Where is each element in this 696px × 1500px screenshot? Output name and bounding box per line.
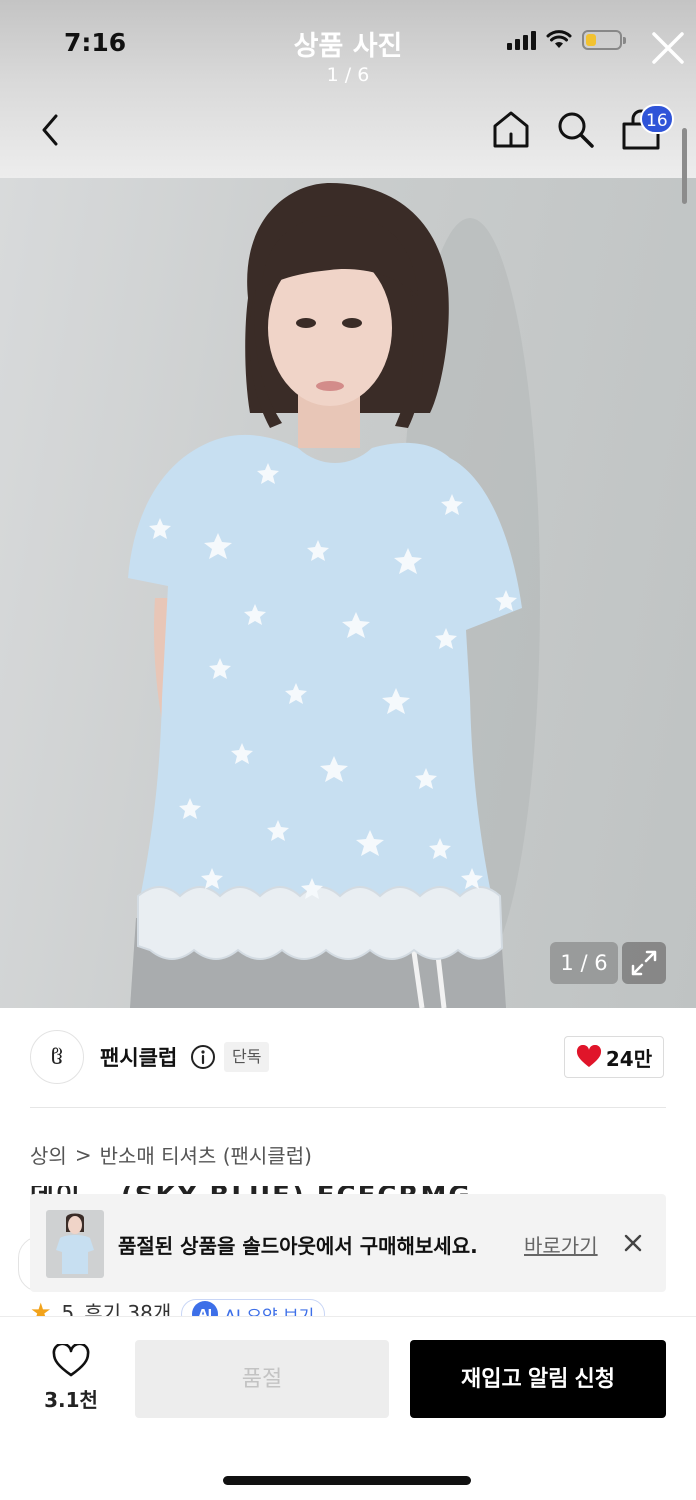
wishlist-count: 3.1천 <box>44 1388 98 1412</box>
ai-summary-button[interactable]: AI AI 요약 보기 <box>181 1299 326 1317</box>
breadcrumb-subcategory[interactable]: 반소매 티셔츠 (팬시클럽) <box>100 1140 312 1169</box>
home-icon[interactable] <box>490 108 532 150</box>
ai-summary-label: AI 요약 보기 <box>224 1302 314 1317</box>
home-indicator[interactable] <box>223 1476 471 1485</box>
info-icon[interactable] <box>190 1044 216 1070</box>
restock-alert-button[interactable]: 재입고 알림 신청 <box>410 1340 666 1418</box>
heart-icon <box>576 1045 601 1067</box>
product-photo-illustration <box>128 183 540 1008</box>
search-icon[interactable] <box>554 108 596 150</box>
close-icon[interactable] <box>648 28 688 68</box>
soldout-banner[interactable]: 품절된 상품을 솔드아웃에서 구매해보세요. 바로가기 <box>30 1194 666 1292</box>
divider <box>30 1107 666 1108</box>
soldout-button[interactable]: 품절 <box>135 1340 389 1418</box>
banner-product-thumbnail <box>46 1210 104 1278</box>
ai-badge: AI <box>192 1301 219 1316</box>
viewer-counter: 1 / 6 <box>326 64 370 86</box>
viewer-title: 상품 사진 <box>293 31 403 62</box>
heart-icon[interactable] <box>52 1344 90 1378</box>
rating-row: ★ 5 후기 38개 AI AI 요약 보기 <box>30 1298 666 1316</box>
expand-icon[interactable] <box>622 942 666 984</box>
brand-like-count: 24만 <box>605 1046 653 1071</box>
exclusive-tag: 단독 <box>224 1042 270 1072</box>
cart-count-badge: 16 <box>640 104 674 134</box>
banner-go-link[interactable]: 바로가기 <box>524 1230 598 1259</box>
rating-score: 5 <box>61 1301 75 1316</box>
review-count-link[interactable]: 후기 38개 <box>84 1301 171 1316</box>
breadcrumb-category[interactable]: 상의 <box>30 1140 67 1169</box>
brand-logo[interactable]: ჱ <box>30 1030 84 1084</box>
product-photo[interactable] <box>0 178 696 1008</box>
close-icon[interactable] <box>622 1232 644 1254</box>
scrollbar-thumb[interactable] <box>682 128 687 204</box>
breadcrumb: 상의 > 반소매 티셔츠 (팬시클럽) <box>30 1140 312 1169</box>
star-icon: ★ <box>30 1298 52 1316</box>
photo-counter: 1 / 6 <box>550 942 618 984</box>
brand-like-button[interactable]: 24만 <box>564 1036 664 1078</box>
back-arrow-icon[interactable] <box>34 110 68 150</box>
brand-name[interactable]: 팬시클럽 <box>100 1042 177 1072</box>
breadcrumb-separator: > <box>74 1142 92 1167</box>
banner-message: 품절된 상품을 솔드아웃에서 구매해보세요. <box>118 1234 478 1258</box>
